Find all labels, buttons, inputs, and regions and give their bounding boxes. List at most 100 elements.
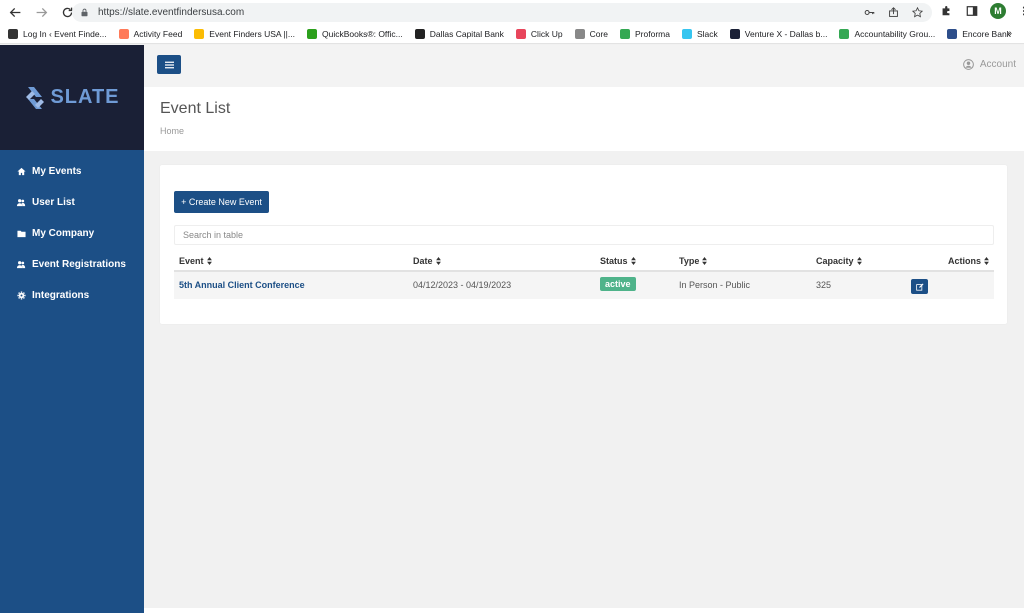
back-button[interactable] xyxy=(4,1,26,23)
column-label: Actions xyxy=(948,256,982,266)
browser-toolbar: https://slate.eventfindersusa.com M xyxy=(0,0,1024,24)
sidebar-item-label: Event Registrations xyxy=(32,259,126,270)
slate-logo-icon xyxy=(26,86,45,109)
column-label: Capacity xyxy=(816,256,854,266)
breadcrumb-home[interactable]: Home xyxy=(160,126,184,136)
bookmark-favicon-icon xyxy=(729,28,740,39)
address-bar[interactable]: https://slate.eventfindersusa.com xyxy=(72,3,932,22)
star-icon[interactable] xyxy=(910,5,924,19)
page-footer xyxy=(144,608,1024,613)
column-header-date[interactable]: Date xyxy=(413,256,441,266)
bookmark-label: Dallas Capital Bank xyxy=(429,28,504,39)
sort-icon xyxy=(702,257,708,265)
bookmark-label: Slack xyxy=(696,28,718,39)
bookmark-item[interactable]: Log In ‹ Event Finde... xyxy=(8,28,107,39)
account-menu[interactable]: Account xyxy=(962,59,1016,70)
key-icon[interactable] xyxy=(862,5,876,19)
bookmark-favicon-icon xyxy=(118,28,129,39)
share-icon[interactable] xyxy=(886,5,900,19)
lock-icon xyxy=(80,7,92,19)
arrow-right-icon xyxy=(36,7,47,17)
sidebar-item-event-registrations[interactable]: Event Registrations xyxy=(0,249,144,280)
sidebar-item-my-company[interactable]: My Company xyxy=(0,218,144,249)
table-header: Event Date Status Type Capacity Actions xyxy=(174,251,994,272)
user-circle-icon xyxy=(962,59,974,70)
menu-toggle-button[interactable] xyxy=(157,55,181,74)
kebab-menu-icon[interactable] xyxy=(1016,3,1024,19)
event-date: 04/12/2023 - 04/19/2023 xyxy=(413,280,512,290)
bookmark-label: Venture X - Dallas b... xyxy=(744,28,828,39)
column-header-status[interactable]: Status xyxy=(600,256,636,266)
extensions-icon[interactable] xyxy=(938,3,954,19)
logo-text: SLATE xyxy=(50,86,120,108)
logo[interactable]: SLATE xyxy=(0,45,144,150)
bookmark-favicon-icon xyxy=(620,28,631,39)
sidebar-item-my-events[interactable]: My Events xyxy=(0,156,144,187)
url-text: https://slate.eventfindersusa.com xyxy=(98,7,245,18)
bookmark-item[interactable]: Event Finders USA ||... xyxy=(194,28,295,39)
bookmark-favicon-icon xyxy=(681,28,692,39)
bookmark-label: QuickBooks®: Offic... xyxy=(321,28,403,39)
create-new-event-button[interactable]: + Create New Event xyxy=(174,191,269,213)
bookmark-favicon-icon xyxy=(306,28,317,39)
bookmark-favicon-icon xyxy=(515,28,526,39)
bookmark-item[interactable]: Encore Bank xyxy=(947,28,1011,39)
column-header-capacity[interactable]: Capacity xyxy=(816,256,862,266)
arrow-left-icon xyxy=(9,7,20,17)
bookmark-item[interactable]: Dallas Capital Bank xyxy=(414,28,504,39)
sort-icon xyxy=(206,257,212,265)
bookmark-label: Proforma xyxy=(635,28,670,39)
search-input[interactable] xyxy=(174,225,994,245)
column-header-actions[interactable]: Actions xyxy=(948,256,989,266)
event-type: In Person - Public xyxy=(679,280,751,290)
sidebar-item-user-list[interactable]: User List xyxy=(0,187,144,218)
event-capacity: 325 xyxy=(816,280,832,290)
bookmarks-overflow-button[interactable]: » xyxy=(1006,28,1012,39)
event-name-link[interactable]: 5th Annual Client Conference xyxy=(179,280,305,290)
sort-icon xyxy=(856,257,862,265)
bookmark-item[interactable]: QuickBooks®: Offic... xyxy=(306,28,403,39)
users-icon xyxy=(16,198,26,208)
sidebar-item-integrations[interactable]: Integrations xyxy=(0,280,144,311)
bookmark-item[interactable]: Accountability Grou... xyxy=(839,28,936,39)
sort-icon xyxy=(984,257,989,265)
column-label: Event xyxy=(179,256,204,266)
sidebar-item-label: Integrations xyxy=(32,290,90,301)
profile-avatar[interactable]: M xyxy=(990,3,1006,19)
bookmark-item[interactable]: Activity Feed xyxy=(118,28,182,39)
bookmark-label: Accountability Grou... xyxy=(854,28,936,39)
bookmark-item[interactable]: Core xyxy=(574,28,608,39)
hamburger-icon xyxy=(164,61,174,68)
forward-button[interactable] xyxy=(30,1,52,23)
bookmark-favicon-icon xyxy=(8,28,18,39)
bookmark-label: Click Up xyxy=(530,28,563,39)
bookmark-label: Encore Bank xyxy=(962,28,1011,39)
sidebar-item-label: My Company xyxy=(32,228,95,239)
bookmark-item[interactable]: Slack xyxy=(681,28,718,39)
home-icon xyxy=(16,167,26,177)
event-list-card: + Create New Event Event Date Status Typ… xyxy=(160,165,1007,324)
sidebar-item-label: My Events xyxy=(32,166,82,177)
breadcrumb[interactable]: Home xyxy=(160,126,184,136)
edit-event-button[interactable] xyxy=(911,279,928,294)
side-panel-icon[interactable] xyxy=(964,3,980,19)
bookmark-label: Event Finders USA ||... xyxy=(209,28,295,39)
bookmark-favicon-icon xyxy=(574,28,585,39)
events-table: Event Date Status Type Capacity Actions … xyxy=(174,251,994,299)
sort-icon xyxy=(435,257,441,265)
table-row: 5th Annual Client Conference 04/12/2023 … xyxy=(174,272,994,299)
bookmark-favicon-icon xyxy=(414,28,425,39)
status-badge: active xyxy=(600,277,636,291)
bookmark-favicon-icon xyxy=(947,28,958,39)
users-icon xyxy=(16,260,26,270)
bookmark-item[interactable]: Proforma xyxy=(620,28,670,39)
sidebar: SLATE My Events User List My Company Eve… xyxy=(0,45,144,613)
column-header-event[interactable]: Event xyxy=(179,256,212,266)
bookmark-favicon-icon xyxy=(839,28,850,39)
bookmark-favicon-icon xyxy=(194,28,205,39)
column-header-type[interactable]: Type xyxy=(679,256,708,266)
bookmark-item[interactable]: Click Up xyxy=(515,28,563,39)
gear-icon xyxy=(16,291,26,301)
app-header: Account xyxy=(144,45,1024,87)
bookmark-item[interactable]: Venture X - Dallas b... xyxy=(729,28,828,39)
